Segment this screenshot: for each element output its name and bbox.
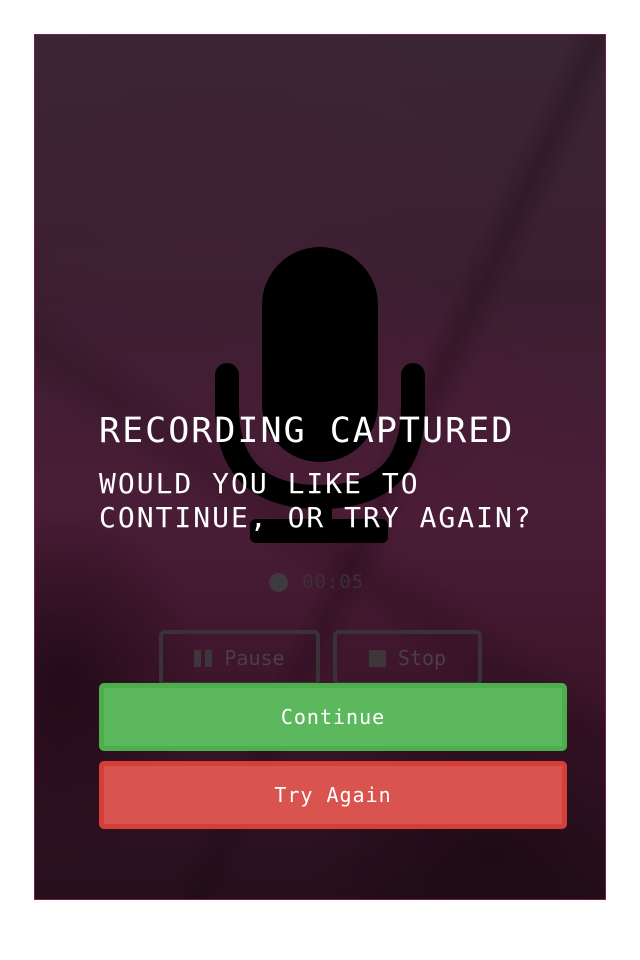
recorder-screen: 00:05 Pause Stop RECORDING CAPTURED WOUL… [34, 34, 606, 900]
recording-timer: 00:05 [269, 571, 364, 593]
try-again-button[interactable]: Try Again [99, 761, 567, 829]
pause-button[interactable]: Pause [159, 630, 320, 686]
timer-text: 00:05 [302, 571, 365, 593]
pause-label: Pause [224, 646, 285, 670]
stop-icon [368, 649, 386, 667]
dialog-subtitle: WOULD YOU LIKE TO CONTINUE, OR TRY AGAIN… [99, 467, 533, 534]
continue-button[interactable]: Continue [99, 683, 567, 751]
dialog-title: RECORDING CAPTURED [99, 411, 515, 451]
stop-label: Stop [397, 646, 447, 670]
stop-button[interactable]: Stop [333, 630, 482, 686]
pause-icon [194, 649, 213, 667]
record-dot-icon [269, 572, 288, 592]
